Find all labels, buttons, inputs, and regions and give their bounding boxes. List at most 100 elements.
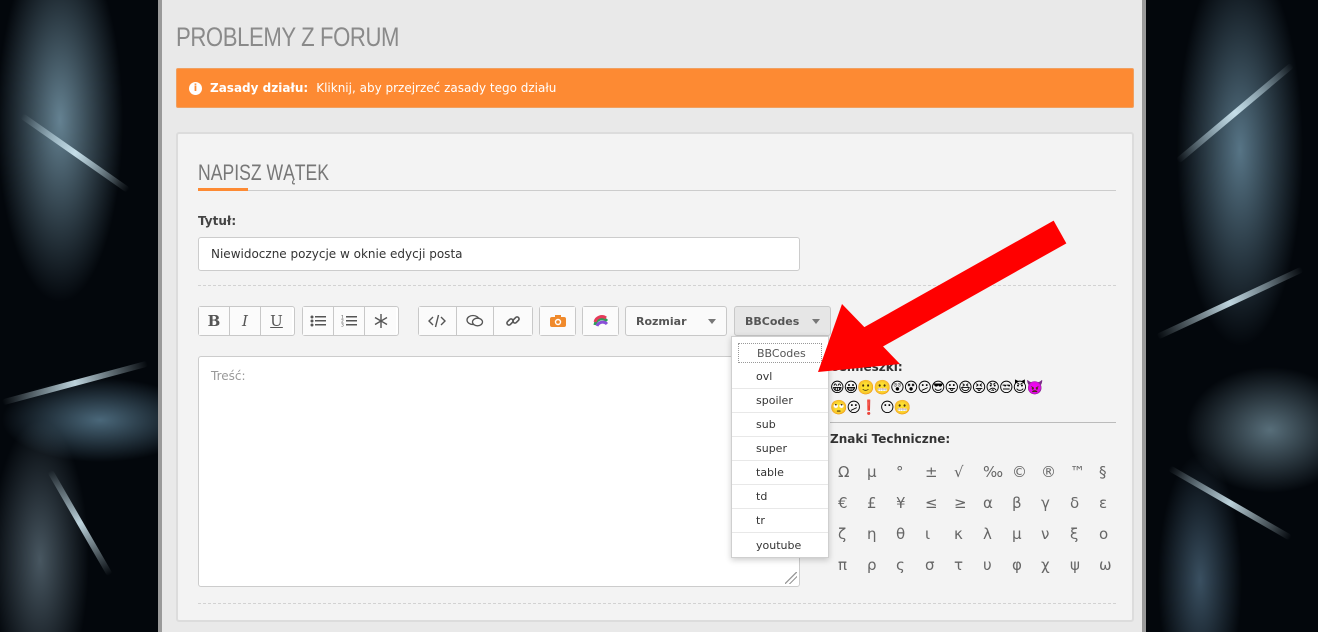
smiley[interactable]: 😬	[894, 400, 911, 416]
tech-char[interactable]: χ	[1033, 549, 1062, 580]
heading-accent	[198, 188, 248, 191]
tech-char[interactable]: ω	[1091, 549, 1120, 580]
tech-char[interactable]: ¥	[888, 487, 917, 518]
post-body-textarea[interactable]: Treść:	[198, 356, 800, 587]
smileys-label: Uśmieszki:	[830, 360, 903, 374]
code-button[interactable]	[419, 307, 457, 335]
tech-char[interactable]: ν	[1033, 518, 1062, 549]
smiley[interactable]: 😬	[874, 380, 891, 396]
smiley[interactable]: 🙂	[857, 380, 874, 396]
bbcode-option[interactable]: youtube	[732, 533, 828, 557]
tech-char[interactable]: ζ	[830, 518, 859, 549]
tech-char[interactable]: €	[830, 487, 859, 518]
bbcode-option[interactable]: super	[732, 437, 828, 461]
tech-char[interactable]: ®	[1033, 456, 1062, 487]
tech-char[interactable]: ≥	[946, 487, 975, 518]
size-select[interactable]: Rozmiar	[625, 306, 727, 336]
tech-char[interactable]: μ	[859, 456, 888, 487]
list-item-button[interactable]	[365, 307, 396, 335]
smiley[interactable]: 😵	[904, 380, 919, 396]
tech-char[interactable]: θ	[888, 518, 917, 549]
link-button[interactable]	[494, 307, 532, 335]
bullet-list-button[interactable]	[303, 307, 334, 335]
tech-char[interactable]: °	[888, 456, 917, 487]
tech-char[interactable]: π	[830, 549, 859, 580]
tech-char[interactable]: ±	[917, 456, 946, 487]
bbcodes-select-value: BBCodes	[745, 314, 800, 328]
smiley[interactable]: 😛	[945, 380, 960, 396]
smiley[interactable]: 😀	[844, 380, 859, 396]
smiley[interactable]: 😆	[958, 380, 973, 396]
title-input-value: Niewidoczne pozycje w oknie edycji posta	[211, 247, 463, 261]
bold-button[interactable]: B	[199, 307, 230, 335]
smiley[interactable]: 😕	[917, 380, 932, 396]
tech-char[interactable]: ρ	[859, 549, 888, 580]
tech-char[interactable]: κ	[946, 518, 975, 549]
smiley[interactable]: 😕	[846, 400, 861, 416]
smiley[interactable]: 😡	[985, 380, 1000, 396]
bbcode-option[interactable]: tr	[732, 509, 828, 533]
underline-button[interactable]: U	[261, 307, 292, 335]
list-numbered-icon: 123	[341, 315, 357, 328]
rules-link[interactable]: Kliknij, aby przejrzeć zasady tego dział…	[316, 81, 556, 95]
camera-icon	[549, 315, 566, 327]
smiley[interactable]: 😒	[999, 380, 1014, 396]
bbcodes-select[interactable]: BBCodes	[734, 306, 831, 336]
smiley[interactable]: 👿	[1026, 380, 1043, 396]
tech-char[interactable]: η	[859, 518, 888, 549]
tech-char[interactable]: μ	[1004, 518, 1033, 549]
bbcode-option[interactable]: sub	[732, 413, 828, 437]
tech-char[interactable]: £	[859, 487, 888, 518]
smiley[interactable]: 😁	[830, 380, 845, 396]
image-button[interactable]	[540, 307, 575, 335]
tech-char[interactable]: γ	[1033, 487, 1062, 518]
tech-char[interactable]: √	[946, 456, 975, 487]
italic-button[interactable]: I	[230, 307, 261, 335]
bbcode-option[interactable]: BBCodes	[738, 343, 822, 363]
forum-rules-bar[interactable]: i Zasady działu: Kliknij, aby przejrzeć …	[176, 68, 1134, 108]
color-button[interactable]	[583, 307, 618, 335]
tech-char[interactable]: τ	[946, 549, 975, 580]
smiley[interactable]: 🙄	[830, 400, 847, 416]
tech-char[interactable]: α	[975, 487, 1004, 518]
smiley[interactable]: 😈	[1013, 380, 1028, 396]
tech-char[interactable]: ©	[1004, 456, 1033, 487]
side-divider	[830, 422, 1116, 423]
tech-char[interactable]: ≤	[917, 487, 946, 518]
tech-char[interactable]: ψ	[1062, 549, 1091, 580]
tech-char[interactable]: υ	[975, 549, 1004, 580]
tech-char[interactable]: σ	[917, 549, 946, 580]
tech-char[interactable]: λ	[975, 518, 1004, 549]
smiley[interactable]: ❗	[860, 400, 877, 416]
list-bullet-icon	[310, 315, 326, 327]
tech-char[interactable]: β	[1004, 487, 1033, 518]
post-body-placeholder: Treść:	[211, 369, 246, 383]
tech-char[interactable]: §	[1091, 456, 1120, 487]
bbcode-option[interactable]: ovl	[732, 365, 828, 389]
tech-chars-grid: Ωμ ° ± √ ‰ © ® ™ § € £ ¥ ≤ ≥ α β γ δ ε ζ η θ ι κ λ μ ν ξ ο π ρ ς σ τ υ φ χ ψ ω	[830, 456, 1120, 580]
numbered-list-button[interactable]: 123	[334, 307, 365, 335]
smiley[interactable]: 😲	[890, 380, 905, 396]
bbcode-option[interactable]: table	[732, 461, 828, 485]
smiley[interactable]: 😝	[972, 380, 987, 396]
tech-char[interactable]: ι	[917, 518, 946, 549]
tech-char[interactable]: ο	[1091, 518, 1120, 549]
quote-button[interactable]	[456, 307, 495, 335]
tech-char[interactable]: ™	[1062, 456, 1091, 487]
tech-char[interactable]: ‰	[975, 456, 1004, 487]
tech-char[interactable]: ξ	[1062, 518, 1091, 549]
bbcodes-dropdown: BBCodes ovl spoiler sub super table td tr youtub…	[731, 336, 829, 558]
rules-label: Zasady działu:	[210, 81, 309, 95]
smiley[interactable]: 😎	[931, 380, 946, 396]
bbcode-option[interactable]: spoiler	[732, 389, 828, 413]
divider	[198, 603, 1116, 604]
tech-char[interactable]: φ	[1004, 549, 1033, 580]
tech-char[interactable]: ε	[1091, 487, 1120, 518]
bbcode-option[interactable]: td	[732, 485, 828, 509]
tech-char[interactable]: δ	[1062, 487, 1091, 518]
smiley[interactable]: 😶	[880, 400, 895, 416]
tech-char[interactable]: ς	[888, 549, 917, 580]
resize-handle[interactable]	[785, 572, 797, 584]
title-input[interactable]: Niewidoczne pozycje w oknie edycji posta	[198, 237, 800, 271]
tech-char[interactable]: Ω	[830, 456, 859, 487]
